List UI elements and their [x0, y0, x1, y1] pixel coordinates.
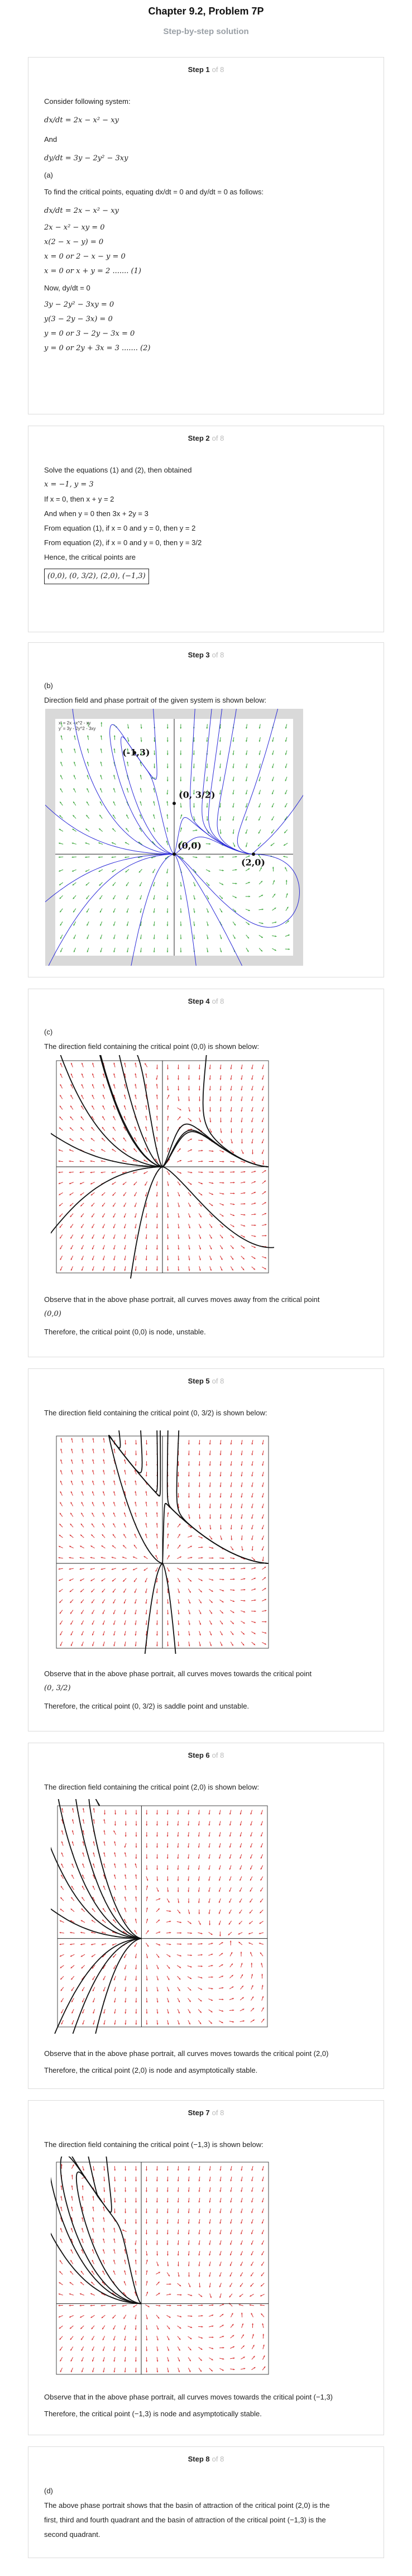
critical-point-label: (0,0) — [178, 840, 202, 851]
equation: x = −1, y = 3 — [44, 480, 94, 489]
step-text: Observe that in the above phase portrait… — [44, 2049, 329, 2058]
step-text: If x = 0, then x + y = 2 — [44, 495, 114, 503]
step-text: (a) — [44, 171, 53, 179]
step-text: (0, 3/2) — [44, 1684, 71, 1692]
equation: dx/dt = 2x − x² − xy — [44, 116, 119, 125]
critical-point-marker — [173, 802, 176, 805]
critical-point-marker — [252, 852, 255, 856]
direction-field-saddle — [51, 1430, 274, 1654]
step-text: first, third and fourth quadrant and the… — [44, 2516, 326, 2524]
step-text: Therefore, the critical point (2,0) is n… — [44, 2066, 258, 2074]
step-text: Consider following system: — [44, 97, 131, 106]
equation: x = 0 or x + y = 2 ....... (1) — [44, 267, 141, 275]
step-7-card: Step 7 of 8 The direction field containin… — [28, 2100, 384, 2435]
step-8-header: Step 8 of 8 — [188, 2455, 224, 2463]
legend-equation: x' = 2x - x^2 - xy — [59, 721, 91, 726]
step-text: The direction field containing the criti… — [44, 1042, 260, 1051]
step-1-card: Step 1 of 8 Consider following system: dx… — [28, 57, 384, 414]
equation: y(3 − 2y − 3x) = 0 — [44, 315, 113, 323]
step-4-header: Step 4 of 8 — [188, 997, 224, 1005]
step-6-card: Step 6 of 8 The direction field containin… — [28, 1743, 384, 2089]
step-text: The direction field containing the criti… — [44, 1783, 260, 1791]
step-text: (0,0) — [44, 1310, 61, 1318]
step-text: Observe that in the above phase portrait… — [44, 1295, 320, 1304]
step-text: From equation (2), if x = 0 and y = 0, t… — [44, 538, 202, 547]
critical-point-label: (0, 3/2) — [179, 789, 215, 800]
step-text: Observe that in the above phase portrait… — [44, 1669, 312, 1678]
critical-point-marker — [133, 751, 136, 755]
step-text: The above phase portrait shows that the … — [44, 2501, 330, 2510]
step-text: To find the critical points, equating dx… — [44, 188, 264, 196]
critical-point-label: (2,0) — [241, 857, 265, 867]
step-4-card: Step 4 of 8 (c) The direction field conta… — [28, 989, 384, 1357]
legend-equation: y' = 3y - 2y^2 - 3xy — [59, 726, 95, 731]
step-text: Therefore, the critical point (0,0) is n… — [44, 1328, 206, 1336]
step-2-card: Step 2 of 8 Solve the equations (1) and (… — [28, 426, 384, 632]
equation: x = 0 or 2 − x − y = 0 — [44, 252, 126, 261]
step-text: From equation (1), if x = 0 and y = 0, t… — [44, 524, 196, 532]
equation: y = 0 or 3 − 2y − 3x = 0 — [44, 330, 135, 338]
step-5-header: Step 5 of 8 — [188, 1377, 224, 1385]
step-8-card: Step 8 of 8 (d) The above phase portrait … — [28, 2446, 384, 2558]
direction-field-stable-node — [51, 1799, 274, 2034]
critical-point-marker — [173, 852, 176, 856]
step-5-card: Step 5 of 8 The direction field containin… — [28, 1368, 384, 1731]
step-7-header: Step 7 of 8 — [188, 2108, 224, 2117]
plot-area — [56, 2162, 269, 2375]
step-text: Therefore, the critical point (−1,3) is … — [44, 2410, 262, 2418]
step-2-header: Step 2 of 8 — [188, 434, 224, 442]
equation: 2x − x² − xy = 0 — [44, 223, 105, 232]
step-text: (b) — [44, 681, 53, 690]
direction-field-svg — [51, 1055, 274, 1279]
step-1-header: Step 1 of 8 — [188, 65, 224, 74]
direction-field-svg — [51, 2157, 269, 2375]
equation: 3y − 2y² − 3xy = 0 — [44, 300, 114, 309]
step-text: Direction field and phase portrait of th… — [44, 696, 267, 704]
step-text: Hence, the critical points are — [44, 553, 136, 561]
step-6-header: Step 6 of 8 — [188, 1751, 224, 1759]
page-title: Chapter 9.2, Problem 7P — [148, 6, 264, 17]
equation: dy/dt = 3y − 2y² − 3xy — [44, 154, 128, 163]
step-text: Observe that in the above phase portrait… — [44, 2393, 333, 2401]
step-text: And — [44, 135, 58, 144]
page-subtitle: Step-by-step solution — [163, 27, 249, 36]
direction-field-second-node — [51, 2157, 274, 2380]
step-text: The direction field containing the criti… — [44, 2140, 264, 2149]
critical-points-box: (0,0), (0, 3/2), (2,0), (−1,3) — [44, 569, 149, 584]
step-text: second quadrant. — [44, 2530, 100, 2539]
equation: y = 0 or 2y + 3x = 3 ....... (2) — [44, 344, 151, 352]
equation: dx/dt = 2x − x² − xy — [44, 207, 119, 215]
step-text: And when y = 0 then 3x + 2y = 3 — [44, 509, 148, 518]
step-text: (d) — [44, 2487, 53, 2495]
trajectory — [167, 1430, 169, 1440]
step-text: (c) — [44, 1028, 53, 1036]
direction-field-svg — [51, 1799, 268, 2034]
direction-field-svg — [56, 1430, 269, 1654]
step-text: Therefore, the critical point (0, 3/2) i… — [44, 1702, 250, 1710]
phase-portrait-full: (-1,3)(0, 3/2)(0,0)(2,0)x' = 2x - x^2 - … — [45, 709, 303, 966]
step-text: Now, dy/dt = 0 — [44, 284, 90, 292]
direction-field-origin — [51, 1055, 274, 1279]
phase-portrait-svg: (-1,3)(0, 3/2)(0,0)(2,0)x' = 2x - x^2 - … — [45, 709, 303, 966]
step-3-header: Step 3 of 8 — [188, 651, 224, 659]
step-3-card: Step 3 of 8 (b) Direction field and phase… — [28, 642, 384, 977]
step-text: Solve the equations (1) and (2), then ob… — [44, 466, 192, 474]
step-text: The direction field containing the criti… — [44, 1409, 267, 1417]
equation: x(2 − x − y) = 0 — [44, 238, 104, 246]
